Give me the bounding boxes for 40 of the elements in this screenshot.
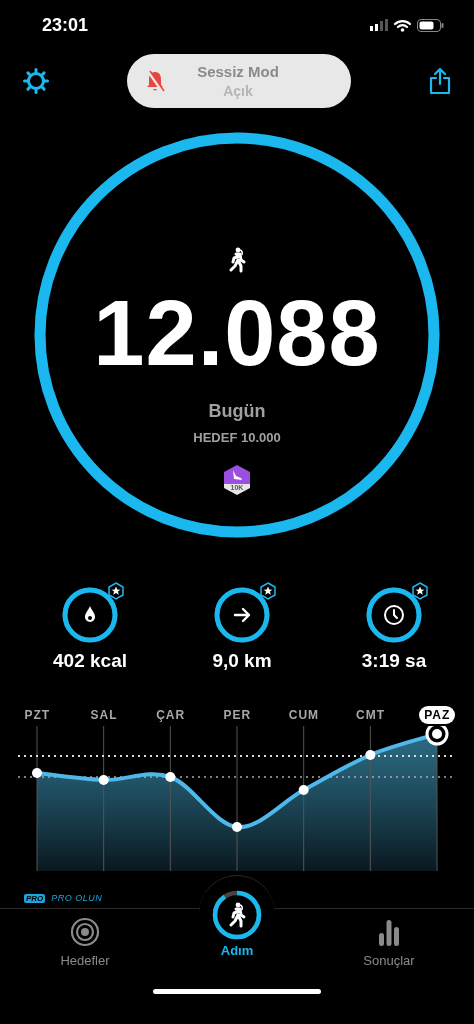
day-label[interactable]: PAZ: [419, 706, 456, 724]
stat-value: 3:19 sa: [361, 650, 427, 672]
stat-value: 402 kcal: [53, 650, 127, 672]
tab-button[interactable]: Sonuçlar: [344, 917, 434, 1004]
data-point[interactable]: [165, 772, 176, 782]
data-point[interactable]: [365, 750, 376, 760]
banner-title: Sessiz Mod: [197, 63, 279, 80]
settings-icon[interactable]: [22, 67, 50, 95]
data-point[interactable]: [298, 785, 309, 795]
battery-icon: [417, 18, 444, 32]
day-label: Bugün: [208, 401, 266, 422]
day-label[interactable]: CMT: [351, 706, 391, 724]
selected-point[interactable]: [425, 726, 449, 746]
share-icon[interactable]: [428, 67, 452, 95]
walking-person-icon: [229, 902, 246, 928]
signal-icon: [370, 19, 388, 31]
goal-text: HEDEF 10.000: [193, 430, 281, 445]
muted-bell-icon: [145, 70, 165, 92]
day-label[interactable]: SAL: [85, 706, 123, 724]
data-point[interactable]: [32, 768, 42, 778]
status-time: 23:01: [42, 14, 89, 36]
arrow-icon: [233, 607, 251, 623]
pro-badge[interactable]: PRO: [24, 893, 46, 903]
bar-chart-icon: [378, 917, 400, 947]
wifi-icon: [394, 18, 411, 32]
step-count: 12.088: [93, 287, 381, 379]
tab-button[interactable]: Hedefler: [40, 917, 130, 1004]
achievement-badge-icon: [222, 464, 252, 496]
data-point[interactable]: [232, 822, 242, 832]
day-label[interactable]: ÇAR: [151, 706, 191, 724]
clock-icon: [384, 605, 404, 625]
stat-value: 9,0 km: [212, 650, 272, 672]
day-label[interactable]: PER: [218, 706, 257, 724]
pro-link[interactable]: PRO OLUN: [51, 893, 103, 903]
flame-icon: [85, 606, 95, 622]
target-icon: [70, 917, 100, 947]
tab-progress-ring: [212, 890, 262, 940]
day-label[interactable]: CUM: [283, 706, 325, 724]
day-label[interactable]: PZT: [19, 706, 56, 724]
data-point[interactable]: [98, 775, 109, 785]
